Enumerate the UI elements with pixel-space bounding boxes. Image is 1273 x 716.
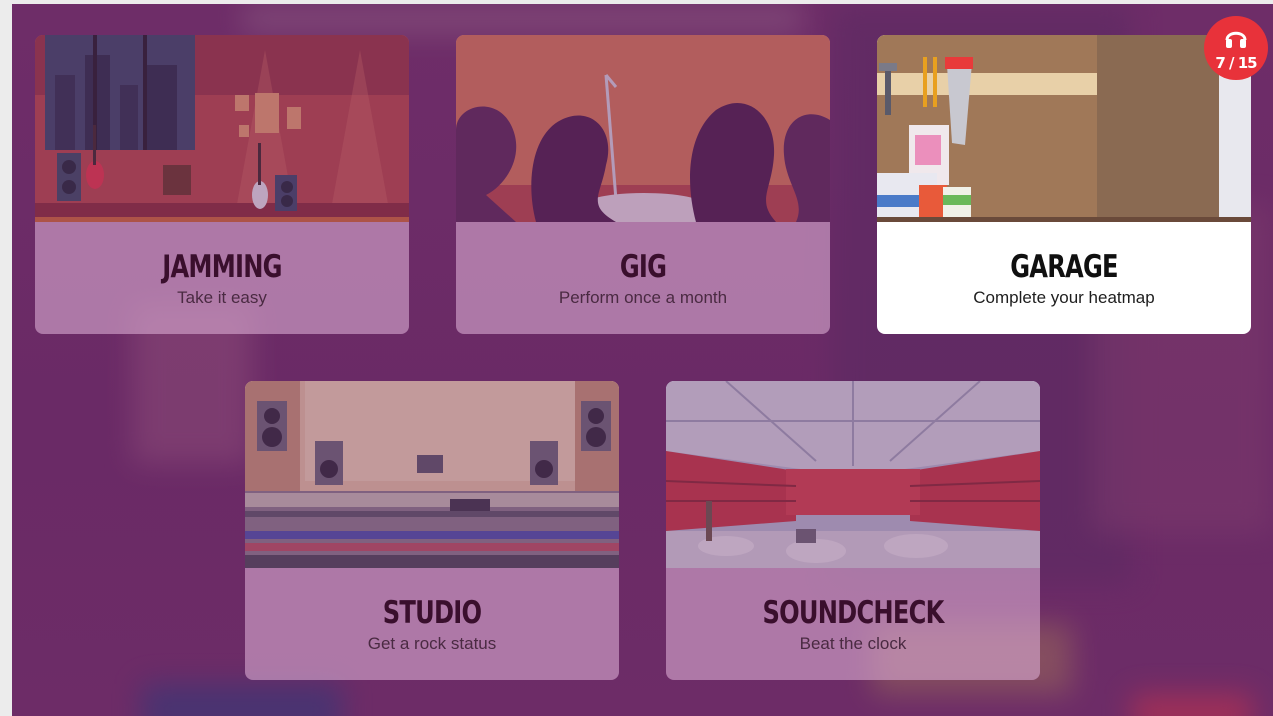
mode-card-studio[interactable]: STUDIO Get a rock status (245, 381, 619, 680)
mode-card-soundcheck[interactable]: SOUNDCHECK Beat the clock (666, 381, 1040, 680)
mode-title: GIG (619, 249, 667, 285)
background-blur (142, 684, 342, 716)
headphones-icon (1224, 26, 1248, 55)
progress-count: 7 / 15 (1215, 54, 1257, 72)
mode-card-garage[interactable]: GARAGE Complete your heatmap (877, 35, 1251, 334)
mode-subtitle: Beat the clock (799, 634, 907, 653)
mode-title: STUDIO (382, 595, 482, 631)
mode-subtitle: Take it easy (177, 288, 267, 307)
progress-badge[interactable]: 7 / 15 (1204, 16, 1268, 80)
background-blur (242, 4, 802, 34)
mode-subtitle: Complete your heatmap (973, 288, 1155, 307)
mode-title: GARAGE (1010, 249, 1118, 285)
mode-title: JAMMING (162, 249, 282, 285)
garage-illustration (877, 35, 1251, 222)
background-blur (1132, 694, 1252, 716)
mode-card-gig[interactable]: GIG Perform once a month (456, 35, 830, 334)
mode-title: SOUNDCHECK (762, 595, 944, 631)
mode-subtitle: Get a rock status (367, 634, 497, 653)
mode-subtitle: Perform once a month (558, 288, 728, 307)
mode-card-jamming[interactable]: JAMMING Take it easy (35, 35, 409, 334)
